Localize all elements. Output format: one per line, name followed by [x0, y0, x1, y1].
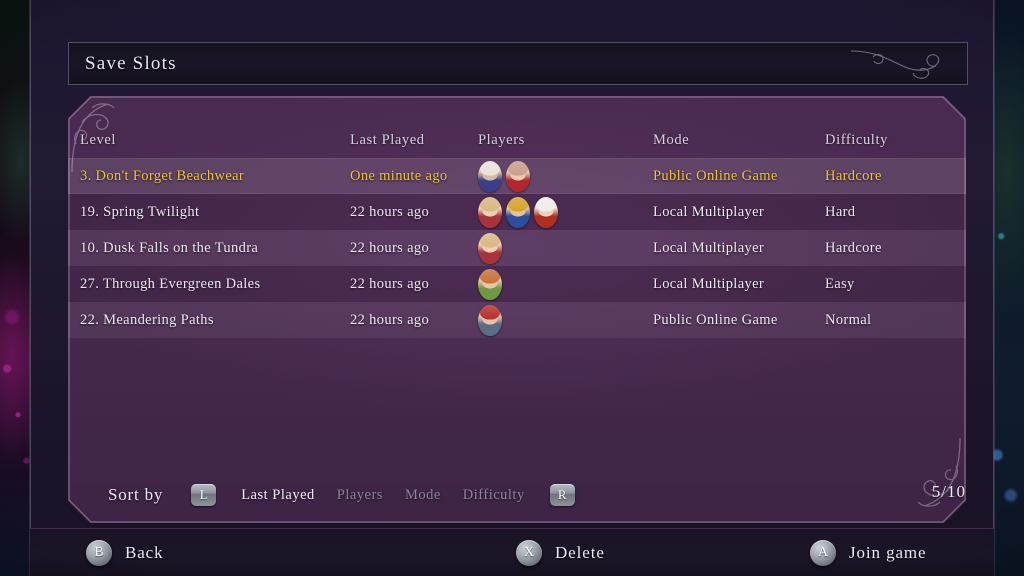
action-delete[interactable]: X Delete [516, 540, 605, 566]
sort-option-difficulty[interactable]: Difficulty [463, 487, 525, 504]
row-players [478, 197, 653, 228]
row-mode: Local Multiplayer [653, 204, 825, 221]
avatar-red-armored-warrior [506, 161, 530, 192]
table-body: 3. Don't Forget BeachwearOne minute ago P… [68, 158, 966, 338]
title-bar: Save Slots [68, 42, 968, 85]
avatar-white-mask-rider [534, 197, 558, 228]
action-bar: B Back X Delete A Join game [30, 528, 994, 576]
row-level: 3. Don't Forget Beachwear [80, 168, 350, 185]
column-header-players: Players [478, 132, 653, 149]
table-header-row: Level Last Played Players Mode Difficult… [68, 122, 966, 158]
sort-bar: Sort by L Last Played Players Mode Difficul… [108, 482, 575, 508]
avatar-blonde-red-cloak [478, 197, 502, 228]
save-slots-table: Level Last Played Players Mode Difficult… [68, 96, 966, 338]
avatar-gold-helm-knight [506, 197, 530, 228]
action-join-game[interactable]: A Join game [810, 540, 927, 566]
avatar-ginger-green-tunic [478, 269, 502, 300]
row-difficulty: Easy [825, 276, 945, 293]
column-header-last-played: Last Played [350, 132, 478, 149]
row-last-played: 22 hours ago [350, 240, 478, 257]
row-last-played: 22 hours ago [350, 276, 478, 293]
row-difficulty: Hardcore [825, 240, 945, 257]
column-header-mode: Mode [653, 132, 825, 149]
sort-prev-shoulder-button[interactable]: L [191, 484, 216, 506]
sort-option-players[interactable]: Players [337, 487, 383, 504]
row-difficulty: Hardcore [825, 168, 945, 185]
button-b-icon: B [86, 540, 112, 566]
action-delete-label: Delete [555, 543, 605, 563]
button-a-icon: A [810, 540, 836, 566]
sort-options: Last Played Players Mode Difficulty [230, 487, 536, 504]
button-x-icon: X [516, 540, 542, 566]
action-back-label: Back [125, 543, 164, 563]
row-players [478, 269, 653, 300]
row-level: 22. Meandering Paths [80, 312, 350, 329]
row-difficulty: Hard [825, 204, 945, 221]
table-row[interactable]: 3. Don't Forget BeachwearOne minute ago P… [68, 158, 966, 194]
row-level: 10. Dusk Falls on the Tundra [80, 240, 350, 257]
avatar-blonde-red-cloak [478, 233, 502, 264]
row-level: 27. Through Evergreen Dales [80, 276, 350, 293]
table-row[interactable]: 22. Meandering Paths22 hours ago Public O… [68, 302, 966, 338]
save-slots-screen: Save Slots [0, 0, 1024, 576]
row-mode: Local Multiplayer [653, 276, 825, 293]
row-players [478, 305, 653, 336]
avatar-red-hair-scout [478, 305, 502, 336]
row-players [478, 233, 653, 264]
row-difficulty: Normal [825, 312, 945, 329]
column-header-difficulty: Difficulty [825, 132, 945, 149]
title-flourish-ornament [843, 47, 953, 81]
sort-next-shoulder-button[interactable]: R [550, 484, 575, 506]
row-players [478, 161, 653, 192]
row-last-played: 22 hours ago [350, 312, 478, 329]
action-join-game-label: Join game [849, 543, 927, 563]
page-title: Save Slots [85, 53, 177, 75]
row-mode: Public Online Game [653, 312, 825, 329]
sort-by-label: Sort by [108, 485, 163, 505]
action-back[interactable]: B Back [86, 540, 164, 566]
avatar-white-haired-mage [478, 161, 502, 192]
row-mode: Public Online Game [653, 168, 825, 185]
row-last-played: One minute ago [350, 168, 478, 185]
table-row[interactable]: 10. Dusk Falls on the Tundra22 hours ago… [68, 230, 966, 266]
sort-option-mode[interactable]: Mode [405, 487, 441, 504]
sort-option-last-played[interactable]: Last Played [241, 487, 315, 504]
row-mode: Local Multiplayer [653, 240, 825, 257]
slot-count: 5/10 [932, 482, 966, 502]
table-row[interactable]: 27. Through Evergreen Dales22 hours ago L… [68, 266, 966, 302]
row-last-played: 22 hours ago [350, 204, 478, 221]
column-header-level: Level [80, 132, 350, 149]
row-level: 19. Spring Twilight [80, 204, 350, 221]
table-row[interactable]: 19. Spring Twilight22 hours ago Local Mul… [68, 194, 966, 230]
